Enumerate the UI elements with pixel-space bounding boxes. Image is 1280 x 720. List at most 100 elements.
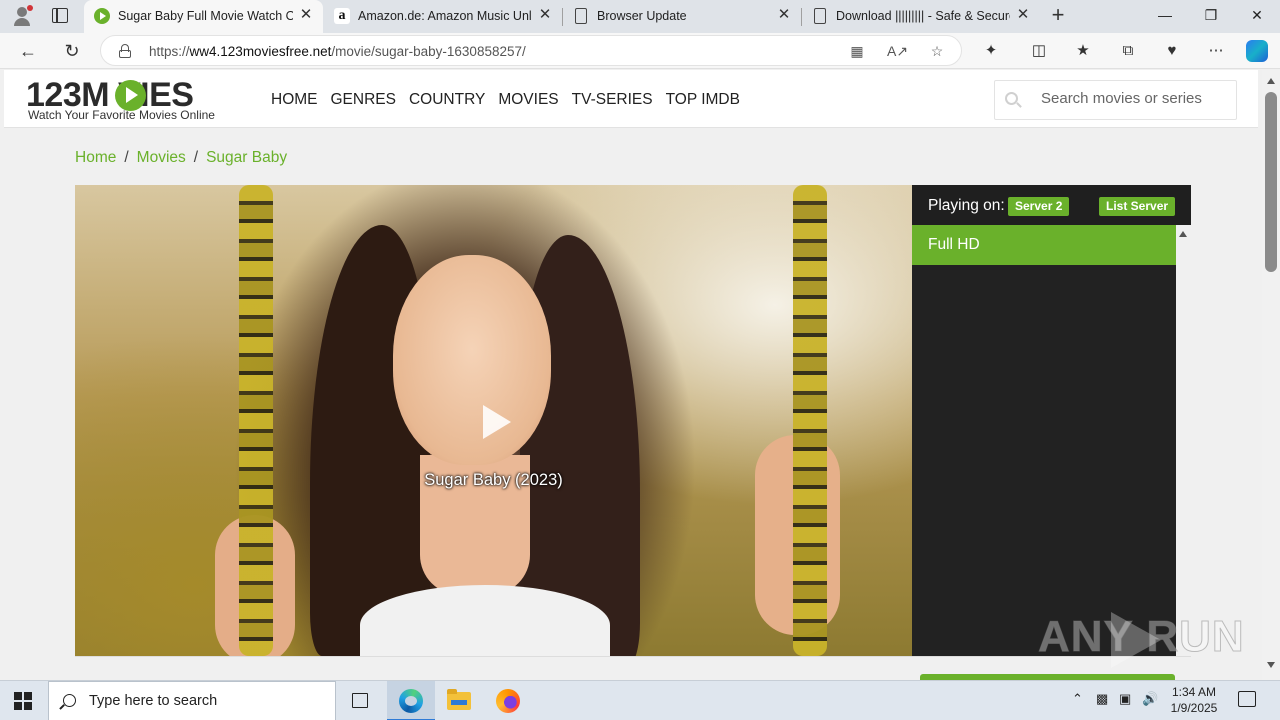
browser-toolbar: ← ↻ https://ww4.123moviesfree.net/movie/… [0,33,1280,69]
nav-home[interactable]: HOME [271,91,318,109]
split-screen-icon[interactable]: ◫ [1028,40,1050,62]
task-view-button[interactable] [336,681,384,720]
amazon-icon: a [334,8,350,24]
document-icon [575,8,587,24]
folder-icon [447,689,471,710]
main-nav: HOME GENRES COUNTRY MOVIES TV-SERIES TOP IMDB [271,91,753,111]
search-input[interactable] [1041,90,1231,107]
windows-start-icon[interactable] [14,692,32,710]
profile-icon[interactable] [11,5,33,27]
current-server-badge[interactable]: Server 2 [1008,197,1070,216]
lock-icon[interactable] [119,44,131,58]
favorite-star-icon[interactable]: ☆ [927,41,947,61]
breadcrumb-current[interactable]: Sugar Baby [206,149,287,166]
breadcrumb-separator: / [193,149,199,166]
breadcrumb-movies[interactable]: Movies [137,149,186,166]
tab-sugar-baby[interactable]: Sugar Baby Full Movie Watch Online ✕ [84,0,323,33]
tab-amazon[interactable]: a Amazon.de: Amazon Music Unlimited ✕ [324,0,562,33]
copilot-icon[interactable] [1246,40,1268,62]
tab-title: Amazon.de: Amazon Music Unlimited [358,9,532,23]
server-panel: Playing on: Server 2 List Server Full HD [912,185,1191,656]
tray-network-adapter-icon[interactable]: ▩ [1096,691,1108,707]
taskbar-edge[interactable] [387,681,435,720]
tray-network-icon[interactable]: ▣ [1119,691,1131,707]
collections-icon[interactable]: ⧉ [1117,40,1139,62]
search-icon[interactable] [1005,92,1022,108]
nav-tv-series[interactable]: TV-SERIES [572,91,653,109]
back-arrow-icon[interactable]: ← [14,37,42,65]
video-player[interactable]: Sugar Baby (2023) [75,185,912,656]
taskbar-clock[interactable]: 1:34 AM 1/9/2025 [1160,684,1228,716]
tray-volume-icon[interactable]: 🔊 [1142,691,1158,707]
nav-top-imdb[interactable]: TOP IMDB [666,91,740,109]
close-tab-icon[interactable]: ✕ [1014,6,1032,24]
nav-country[interactable]: COUNTRY [409,91,485,109]
restore-button[interactable]: ❐ [1188,0,1234,33]
tab-title: Download ||||||||| - Safe & Secure [836,9,1010,23]
app-available-icon[interactable]: ▦ [847,41,867,61]
video-title: Sugar Baby (2023) [424,471,563,489]
close-tab-icon[interactable]: ✕ [536,6,554,24]
tray-chevron-icon[interactable]: ⌃ [1072,691,1083,707]
scroll-up-icon[interactable] [1179,231,1187,237]
playing-on-label: Playing on: [928,197,1005,214]
read-aloud-icon[interactable]: A↗ [887,41,908,61]
extensions-icon[interactable]: ✦ [980,40,1002,62]
site-search[interactable] [994,80,1237,120]
clock-date: 1/9/2025 [1170,701,1218,715]
anyrun-watermark: ANY RUN [1038,612,1245,662]
taskbar-firefox[interactable] [484,681,532,720]
address-bar[interactable]: https://ww4.123moviesfree.net/movie/suga… [100,35,962,66]
url-text[interactable]: https://ww4.123moviesfree.net/movie/suga… [149,44,526,59]
close-tab-icon[interactable]: ✕ [775,6,793,24]
tab-title: Browser Update [597,9,687,23]
minimize-button[interactable]: — [1142,0,1188,33]
logo-tagline: Watch Your Favorite Movies Online [28,108,215,122]
firefox-icon [496,689,520,713]
document-icon [814,8,826,24]
clock-time: 1:34 AM [1171,685,1217,699]
new-tab-button[interactable]: + [1047,4,1069,27]
poster-figure [360,585,610,656]
task-view-icon [352,693,368,708]
server-panel-header: Playing on: Server 2 List Server [912,185,1191,225]
page-viewport: 123M VIES Watch Your Favorite Movies Onl… [0,70,1262,680]
nav-movies[interactable]: MOVIES [498,91,558,109]
tab-strip: Sugar Baby Full Movie Watch Online ✕ a A… [0,0,1280,33]
breadcrumb: Home / Movies / Sugar Baby [75,149,287,167]
tab-title: Sugar Baby Full Movie Watch Online [118,9,293,23]
play-circle-icon [94,8,110,24]
scroll-down-icon[interactable] [1267,662,1275,668]
site-logo[interactable]: 123M VIES Watch Your Favorite Movies Onl… [26,76,226,126]
edge-icon [399,689,423,713]
tab-actions-icon[interactable] [52,8,68,23]
breadcrumb-separator: / [124,149,129,166]
taskbar-file-explorer[interactable] [435,681,483,720]
breadcrumb-home[interactable]: Home [75,149,116,166]
nav-genres[interactable]: GENRES [331,91,396,109]
browser-essentials-icon[interactable]: ♥ [1161,40,1183,62]
poster-chain [793,185,827,656]
close-tab-icon[interactable]: ✕ [297,6,315,24]
tab-browser-update[interactable]: Browser Update ✕ [563,0,801,33]
search-icon [63,694,76,707]
taskbar-search[interactable]: Type here to search [48,681,336,720]
server-list: Full HD [912,225,1176,656]
close-window-button[interactable]: ✕ [1234,0,1280,33]
server-list-scrollbar[interactable] [1176,225,1191,656]
scrollbar-thumb[interactable] [1265,92,1277,272]
logo-play-icon [115,80,146,111]
favorites-icon[interactable]: ★ [1072,40,1094,62]
scroll-up-icon[interactable] [1267,78,1275,84]
notification-icon[interactable] [1238,691,1256,707]
play-icon[interactable] [483,405,511,439]
refresh-icon[interactable]: ↻ [58,37,86,65]
more-options-icon[interactable]: ⋯ [1205,40,1227,62]
poster-face [393,255,551,465]
list-server-button[interactable]: List Server [1099,197,1176,216]
poster-chain [239,185,273,656]
server-item-full-hd[interactable]: Full HD [912,225,1176,265]
windows-taskbar: Type here to search ⌃ ▩ ▣ 🔊 1:34 AM 1/9/… [0,680,1280,720]
page-scrollbar[interactable] [1262,70,1280,680]
tab-download[interactable]: Download ||||||||| - Safe & Secure ✕ [802,0,1040,33]
